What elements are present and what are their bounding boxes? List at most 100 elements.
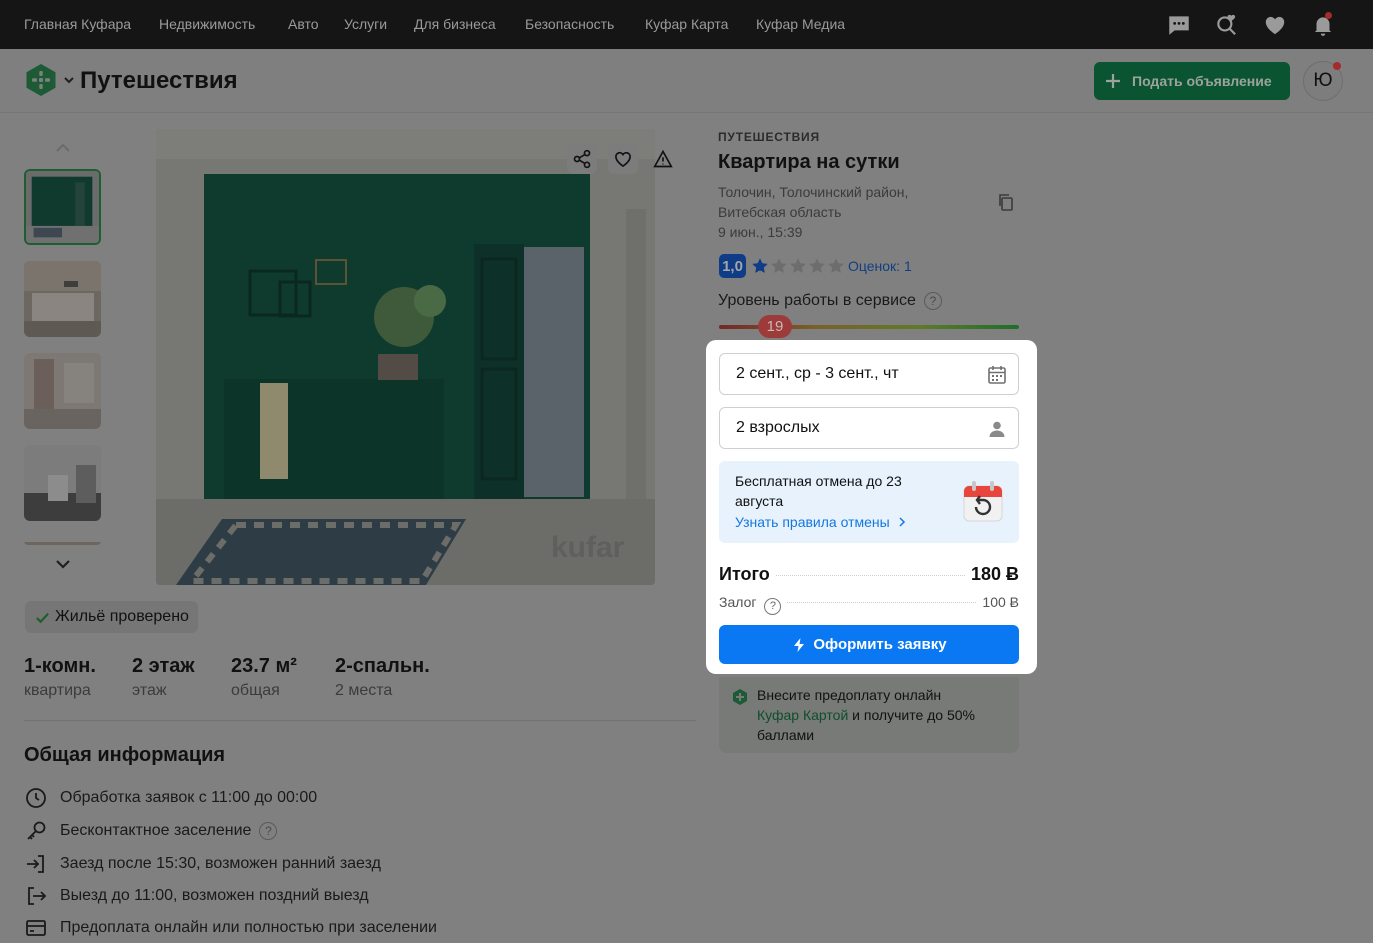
dates-field[interactable]: 2 сент., ср - 3 сент., чт	[719, 353, 1019, 395]
info-text: Выезд до 11:00, возможен поздний выезд	[60, 887, 369, 904]
kufar-card-link[interactable]: Куфар Картой	[757, 707, 848, 723]
promo-text-before: Внесите предоплату онлайн	[757, 687, 942, 703]
favorite-heart-icon[interactable]	[608, 144, 638, 174]
rating-badge: 1,0	[719, 254, 746, 278]
heart-icon[interactable]	[1262, 12, 1288, 38]
guests-field[interactable]: 2 взрослых	[719, 407, 1019, 449]
dates-value: 2 сент., ср - 3 сент., чт	[736, 365, 899, 382]
total-label: Итого	[719, 564, 770, 584]
total-value: 180 Ƀ	[970, 564, 1019, 584]
copy-icon[interactable]	[996, 192, 1016, 212]
info-row-checkout: Выезд до 11:00, возможен поздний выезд	[24, 884, 369, 908]
submit-request-button[interactable]: Оформить заявку	[719, 625, 1019, 664]
gallery-thumbnail[interactable]	[24, 261, 101, 337]
kufar-logo-icon[interactable]	[24, 63, 58, 97]
info-row-checkin-type: Бесконтактное заселение ?	[24, 819, 278, 843]
ratings-count-link[interactable]: Оценок: 1	[848, 258, 912, 274]
gallery-thumbnail[interactable]	[24, 445, 101, 521]
chevron-down-icon[interactable]	[54, 557, 72, 571]
star-empty-icon	[790, 258, 806, 273]
verified-badge: Жильё проверено	[25, 601, 198, 633]
listing-address: Толочин, Толочинский район, Витебская об…	[718, 182, 908, 242]
plus-icon	[1106, 74, 1120, 88]
person-icon	[986, 418, 1008, 440]
listing-date: 9 июн., 15:39	[718, 224, 803, 240]
listing-title: Квартира на сутки	[718, 151, 900, 173]
cancellation-rules-link[interactable]: Узнать правила отмены	[735, 514, 906, 530]
free-cancellation-box: Бесплатная отмена до 23 августа Узнать п…	[719, 461, 1019, 543]
stat-label: квартира	[24, 682, 91, 699]
guests-value: 2 взрослых	[736, 419, 820, 436]
nav-link-realty[interactable]: Недвижимость	[159, 16, 255, 32]
gallery-thumbnail[interactable]	[24, 353, 101, 429]
nav-link-business[interactable]: Для бизнеса	[414, 16, 496, 32]
stat-label: общая	[231, 682, 280, 699]
nav-link-home[interactable]: Главная Куфара	[24, 16, 131, 32]
avatar-notification-dot	[1333, 62, 1341, 70]
report-warning-icon[interactable]	[648, 144, 678, 174]
calendar-return-icon	[961, 478, 1005, 524]
submit-request-label: Оформить заявку	[813, 636, 947, 653]
help-question-icon[interactable]: ?	[764, 597, 782, 615]
nav-link-services[interactable]: Услуги	[344, 16, 387, 32]
stat-value: 23.7 м²	[231, 655, 297, 677]
divider	[24, 720, 696, 721]
main-photo[interactable]: kufar	[156, 129, 655, 585]
info-row-processing: Обработка заявок с 11:00 до 00:00	[24, 786, 317, 810]
stat-value: 2-спальн.	[335, 655, 430, 677]
chevron-down-icon[interactable]	[63, 73, 75, 85]
star-empty-icon	[771, 258, 787, 273]
star-empty-icon	[809, 258, 825, 273]
post-ad-button[interactable]: Подать объявление	[1094, 62, 1290, 100]
stat-rooms: 1-комн. квартира	[24, 655, 96, 700]
listing-category[interactable]: ПУТЕШЕСТВИЯ	[718, 130, 820, 144]
service-level-label: Уровень работы в сервисе	[718, 292, 916, 309]
card-icon	[24, 916, 48, 940]
stat-value: 2 этаж	[132, 655, 195, 677]
key-icon	[24, 819, 48, 843]
post-ad-label: Подать объявление	[1132, 73, 1272, 89]
messages-icon[interactable]	[1166, 12, 1192, 38]
lightning-icon	[794, 637, 805, 652]
stat-floor: 2 этаж этаж	[132, 655, 195, 700]
address-line: Витебская область	[718, 204, 842, 220]
gallery-thumbnail[interactable]	[24, 169, 101, 245]
cancellation-text: Бесплатная отмена до 23 августа	[735, 473, 902, 509]
chevron-up-icon[interactable]	[54, 141, 72, 155]
chevron-right-icon	[899, 517, 905, 527]
verified-label: Жильё проверено	[55, 608, 189, 625]
nav-link-auto[interactable]: Авто	[288, 16, 319, 32]
deposit-value: 100 Ƀ	[982, 594, 1019, 610]
nav-link-kufar-card[interactable]: Куфар Карта	[645, 16, 728, 32]
info-text: Предоплата онлайн или полностью при засе…	[60, 919, 437, 936]
promo-text: Внесите предоплату онлайн Куфар Картой и…	[757, 685, 1007, 745]
service-level: Уровень работы в сервисе ?	[718, 292, 942, 310]
address-line: Толочин, Толочинский район,	[718, 184, 909, 200]
deposit-label: Залог	[719, 594, 757, 610]
service-level-value: 19	[758, 315, 792, 338]
nav-link-safety[interactable]: Безопасность	[525, 16, 614, 32]
svg-text:kufar: kufar	[551, 531, 625, 564]
category-header: Путешествия Подать объявление Ю	[0, 49, 1373, 113]
sign-out-icon	[24, 884, 48, 908]
booking-card: 2 сент., ср - 3 сент., чт 2 взрослых Бес…	[706, 340, 1037, 674]
nav-link-kufar-media[interactable]: Куфар Медиа	[756, 16, 845, 32]
star-filled-icon	[752, 258, 768, 273]
search-heart-icon[interactable]	[1214, 12, 1240, 38]
share-icon[interactable]	[567, 144, 597, 174]
star-empty-icon	[828, 258, 844, 273]
calendar-icon	[986, 364, 1008, 386]
gallery-thumbnail[interactable]	[24, 537, 101, 545]
info-row-payment: Предоплата онлайн или полностью при засе…	[24, 916, 437, 940]
stat-label: 2 места	[335, 682, 393, 699]
help-question-icon[interactable]: ?	[923, 292, 942, 310]
stat-beds: 2-спальн. 2 места	[335, 655, 430, 700]
info-text: Заезд после 15:30, возможен ранний заезд	[60, 855, 381, 872]
info-text: Бесконтактное заселение	[60, 822, 252, 839]
kufar-card-icon	[731, 688, 749, 706]
sign-in-icon	[24, 852, 48, 876]
bell-icon[interactable]	[1310, 12, 1336, 38]
help-question-icon[interactable]: ?	[259, 822, 278, 840]
cancellation-rules-label: Узнать правила отмены	[735, 514, 890, 530]
info-text: Обработка заявок с 11:00 до 00:00	[60, 789, 318, 806]
